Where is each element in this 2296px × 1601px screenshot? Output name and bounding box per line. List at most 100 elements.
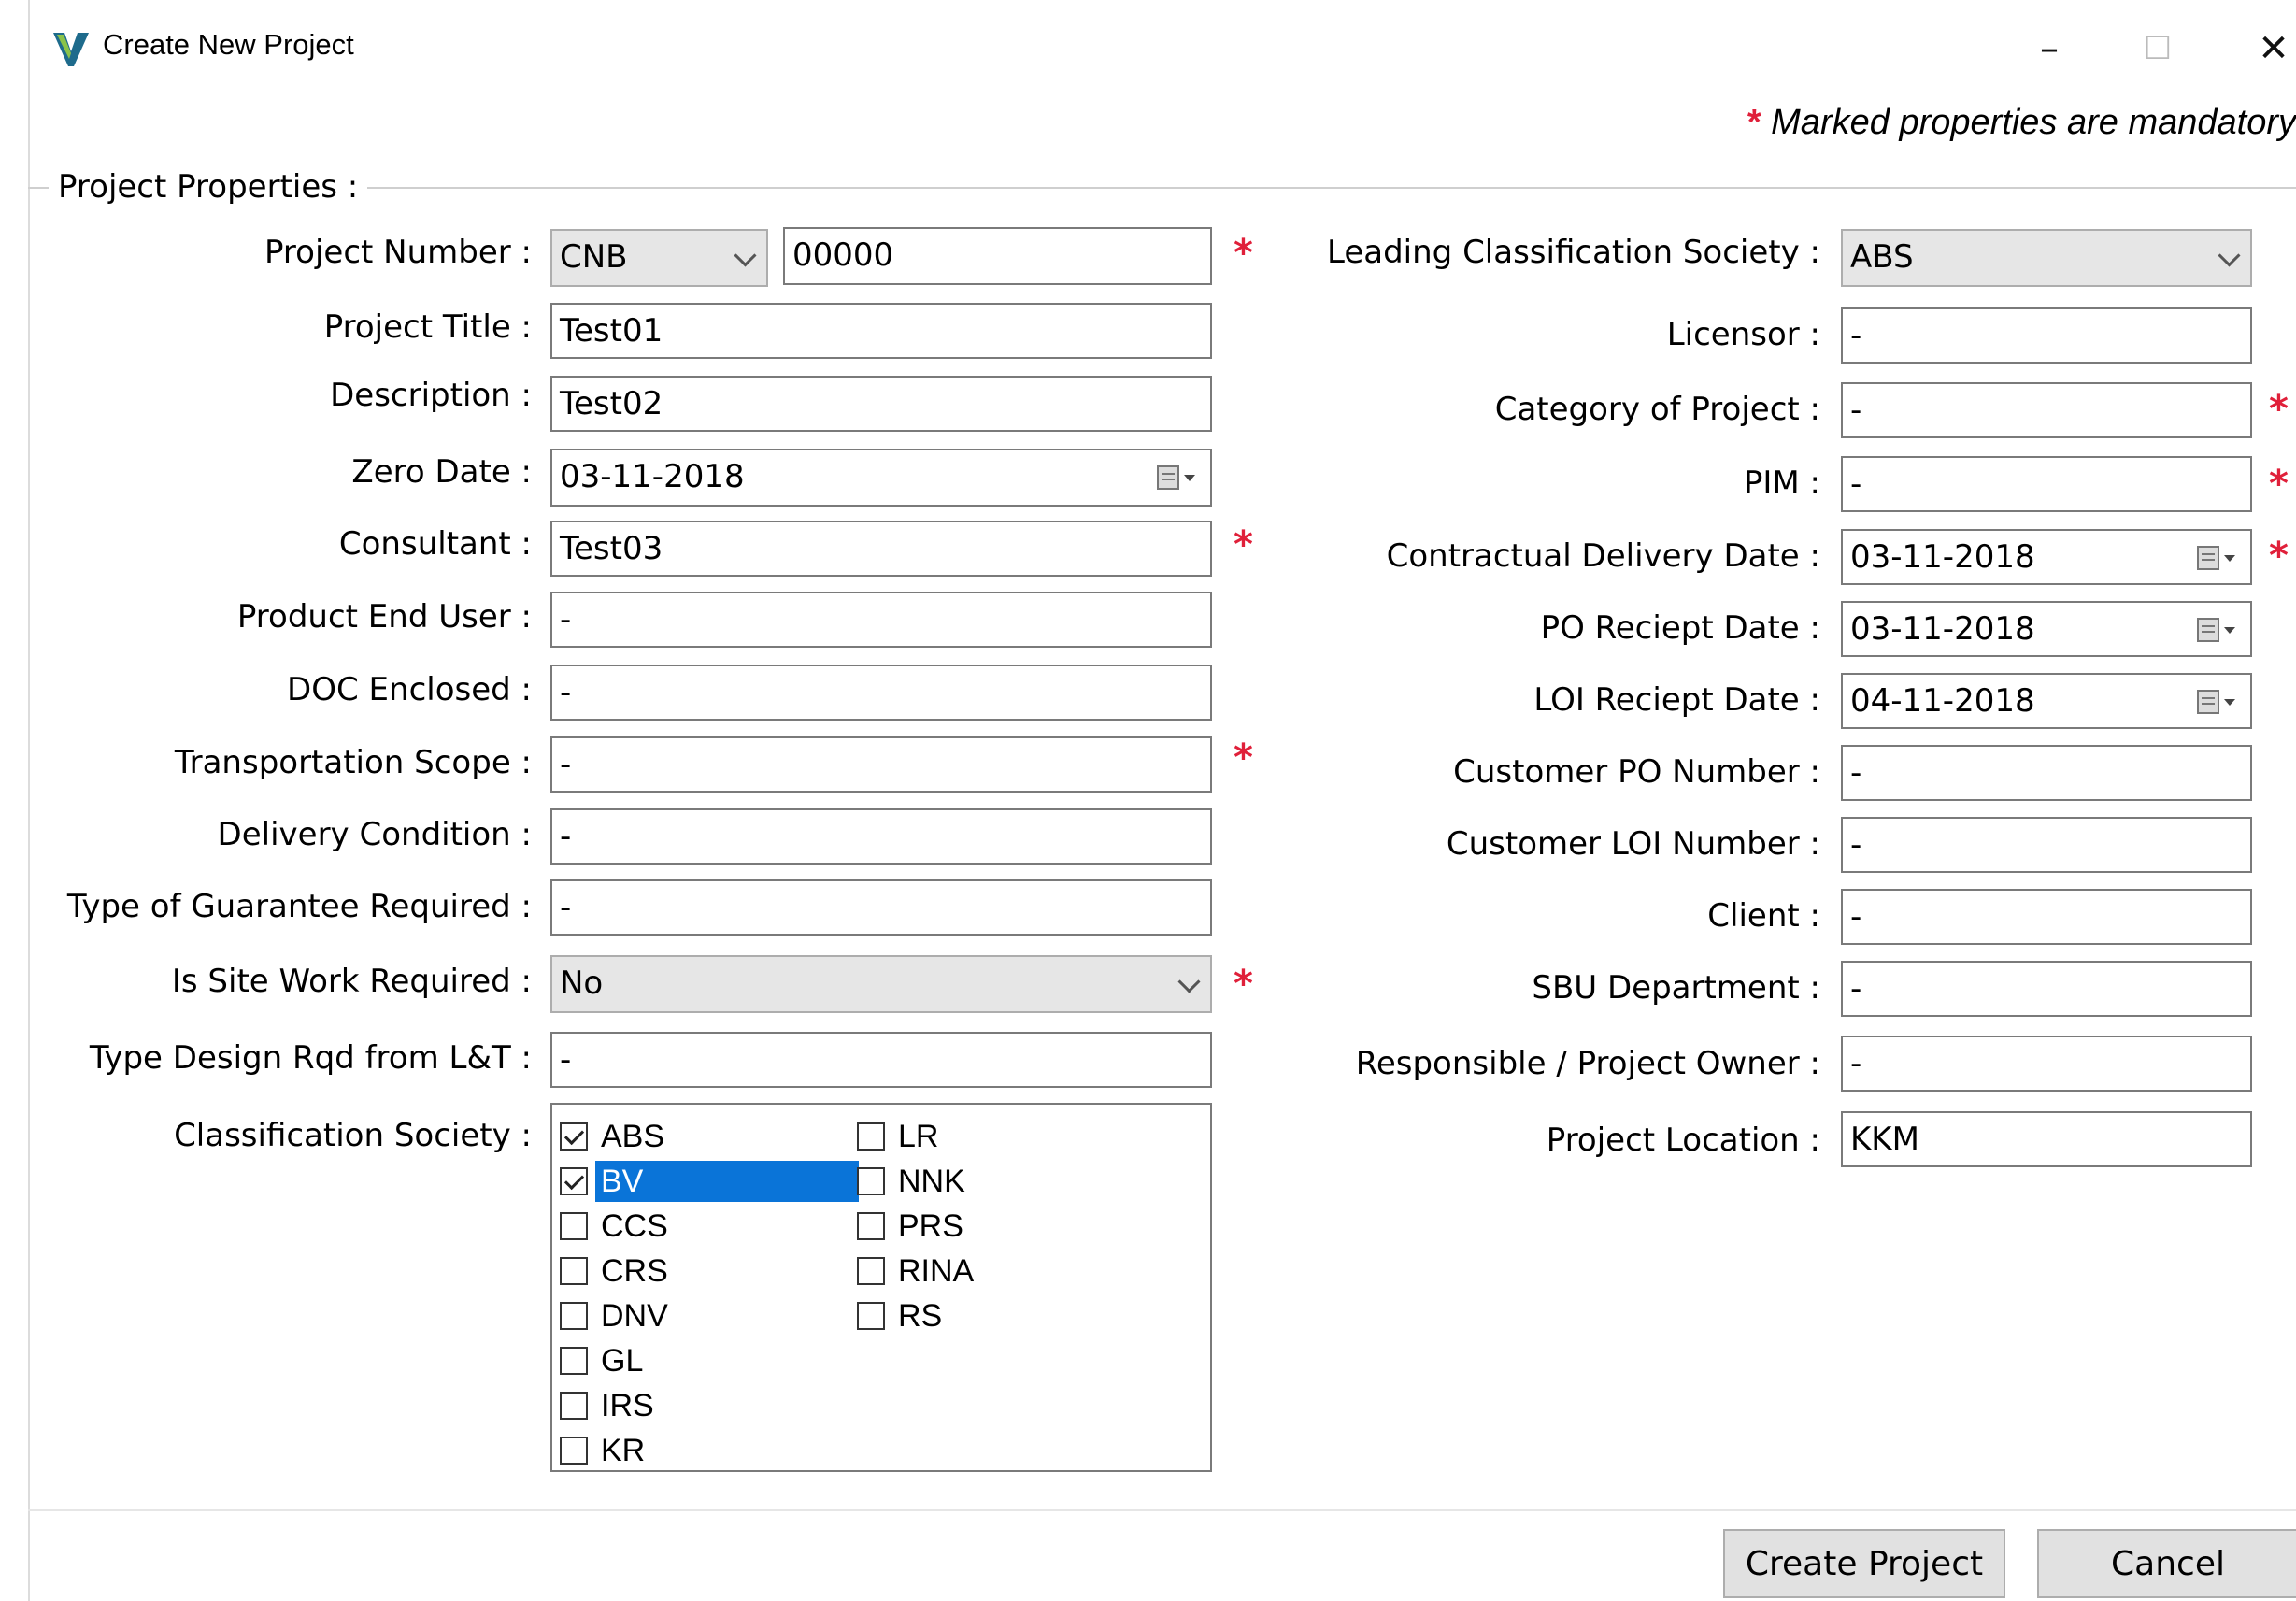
- zero-date-value: 03-11-2018: [560, 458, 745, 495]
- list-item[interactable]: KR: [560, 1430, 650, 1471]
- required-marker-icon: *: [1234, 523, 1253, 566]
- category-of-project-input[interactable]: -: [1841, 382, 2252, 438]
- calendar-dropdown-icon[interactable]: [1156, 464, 1197, 492]
- option-label: CCS: [601, 1208, 668, 1244]
- window-title: Create New Project: [103, 28, 354, 61]
- checkbox[interactable]: [560, 1257, 588, 1285]
- list-item[interactable]: CCS: [560, 1206, 674, 1247]
- po-receipt-date-value: 03-11-2018: [1850, 610, 2035, 648]
- cancel-button[interactable]: Cancel: [2037, 1529, 2296, 1598]
- chevron-down-icon: [1177, 970, 1201, 993]
- create-project-button[interactable]: Create Project: [1723, 1529, 2005, 1598]
- responsible-owner-input[interactable]: -: [1841, 1036, 2252, 1092]
- required-marker-icon: *: [1234, 963, 1253, 1006]
- contractual-delivery-date-picker[interactable]: 03-11-2018: [1841, 529, 2252, 585]
- client-label: Client :: [1707, 897, 1820, 935]
- po-receipt-date-label: PO Reciept Date :: [1540, 609, 1820, 647]
- list-item[interactable]: PRS: [857, 1206, 969, 1247]
- customer-loi-number-label: Customer LOI Number :: [1446, 825, 1820, 863]
- type-design-rqd-label: Type Design Rqd from L&T :: [89, 1039, 532, 1077]
- checkbox[interactable]: [560, 1167, 588, 1195]
- consultant-input[interactable]: Test03: [550, 521, 1212, 577]
- list-item[interactable]: CRS: [560, 1251, 674, 1292]
- site-work-required-value: No: [560, 965, 604, 1002]
- option-label: CRS: [601, 1253, 668, 1289]
- project-number-input[interactable]: 00000: [783, 227, 1212, 285]
- leading-classification-society-select[interactable]: ABS: [1841, 229, 2252, 287]
- transportation-scope-label: Transportation Scope :: [174, 744, 532, 781]
- calendar-dropdown-icon[interactable]: [2196, 688, 2237, 716]
- checkbox[interactable]: [857, 1302, 885, 1330]
- project-title-input[interactable]: Test01: [550, 303, 1212, 359]
- transportation-scope-input[interactable]: -: [550, 736, 1212, 793]
- list-item[interactable]: IRS: [560, 1385, 660, 1426]
- minimize-button[interactable]: –: [2017, 21, 2082, 77]
- po-receipt-date-picker[interactable]: 03-11-2018: [1841, 601, 2252, 657]
- site-work-required-select[interactable]: No: [550, 955, 1212, 1013]
- customer-po-number-label: Customer PO Number :: [1453, 753, 1820, 791]
- delivery-condition-input[interactable]: -: [550, 808, 1212, 865]
- group-label: Project Properties :: [49, 168, 368, 206]
- checkbox[interactable]: [560, 1347, 588, 1375]
- list-item[interactable]: GL: [560, 1340, 649, 1381]
- option-label: GL: [601, 1343, 644, 1379]
- licensor-input[interactable]: -: [1841, 307, 2252, 364]
- licensor-label: Licensor :: [1666, 316, 1820, 353]
- pim-input[interactable]: -: [1841, 456, 2252, 512]
- footer-divider: [28, 1509, 2296, 1511]
- calendar-dropdown-icon[interactable]: [2196, 616, 2237, 644]
- project-location-label: Project Location :: [1546, 1122, 1820, 1159]
- project-number-prefix-value: CNB: [560, 238, 628, 276]
- loi-receipt-date-picker[interactable]: 04-11-2018: [1841, 673, 2252, 729]
- option-label: RS: [898, 1298, 943, 1334]
- checkbox[interactable]: [560, 1392, 588, 1420]
- option-label: IRS: [601, 1388, 654, 1423]
- window-left-border: [28, 0, 30, 1601]
- title-bar: Create New Project – ☐ ✕: [0, 0, 2296, 93]
- app-logo-icon: [53, 33, 89, 66]
- checkbox[interactable]: [560, 1302, 588, 1330]
- sbu-department-input[interactable]: -: [1841, 961, 2252, 1017]
- close-button[interactable]: ✕: [2241, 21, 2296, 77]
- list-item[interactable]: RS: [857, 1295, 948, 1337]
- customer-loi-number-input[interactable]: -: [1841, 817, 2252, 873]
- checkbox[interactable]: [857, 1167, 885, 1195]
- category-of-project-label: Category of Project :: [1494, 391, 1820, 428]
- loi-receipt-date-value: 04-11-2018: [1850, 682, 2035, 720]
- delivery-condition-label: Delivery Condition :: [217, 816, 532, 853]
- calendar-dropdown-icon[interactable]: [2196, 544, 2237, 572]
- doc-enclosed-input[interactable]: -: [550, 665, 1212, 721]
- mandatory-notice-text: Marked properties are mandatory: [1771, 103, 2296, 142]
- project-location-input[interactable]: KKM: [1841, 1111, 2252, 1167]
- list-item[interactable]: ABS: [560, 1116, 670, 1157]
- description-input[interactable]: Test02: [550, 376, 1212, 432]
- client-input[interactable]: -: [1841, 889, 2252, 945]
- classification-society-list[interactable]: ABS BV CCS CRS DNV GL IRS KR LR NNK PRS …: [550, 1103, 1212, 1472]
- list-item[interactable]: RINA: [857, 1251, 979, 1292]
- product-end-user-input[interactable]: -: [550, 592, 1212, 648]
- checkbox[interactable]: [857, 1257, 885, 1285]
- checkbox[interactable]: [560, 1122, 588, 1151]
- contractual-delivery-date-value: 03-11-2018: [1850, 538, 2035, 576]
- option-label: ABS: [601, 1119, 665, 1154]
- list-item[interactable]: LR: [857, 1116, 944, 1157]
- checkbox[interactable]: [857, 1122, 885, 1151]
- project-number-prefix-select[interactable]: CNB: [550, 229, 768, 287]
- list-item[interactable]: BV: [560, 1161, 859, 1202]
- list-item[interactable]: NNK: [857, 1161, 971, 1202]
- list-item[interactable]: DNV: [560, 1295, 674, 1337]
- zero-date-picker[interactable]: 03-11-2018: [550, 449, 1212, 507]
- checkbox[interactable]: [857, 1212, 885, 1240]
- option-label: PRS: [898, 1208, 963, 1244]
- checkbox[interactable]: [560, 1212, 588, 1240]
- close-icon: ✕: [2258, 27, 2289, 70]
- classification-society-label: Classification Society :: [174, 1117, 532, 1154]
- type-of-guarantee-input[interactable]: -: [550, 879, 1212, 936]
- pim-label: PIM :: [1743, 465, 1820, 502]
- sbu-department-label: SBU Department :: [1532, 969, 1820, 1007]
- leading-classification-society-label: Leading Classification Society :: [1327, 234, 1820, 271]
- type-design-rqd-input[interactable]: -: [550, 1032, 1212, 1088]
- type-of-guarantee-label: Type of Guarantee Required :: [66, 888, 532, 925]
- checkbox[interactable]: [560, 1437, 588, 1465]
- customer-po-number-input[interactable]: -: [1841, 745, 2252, 801]
